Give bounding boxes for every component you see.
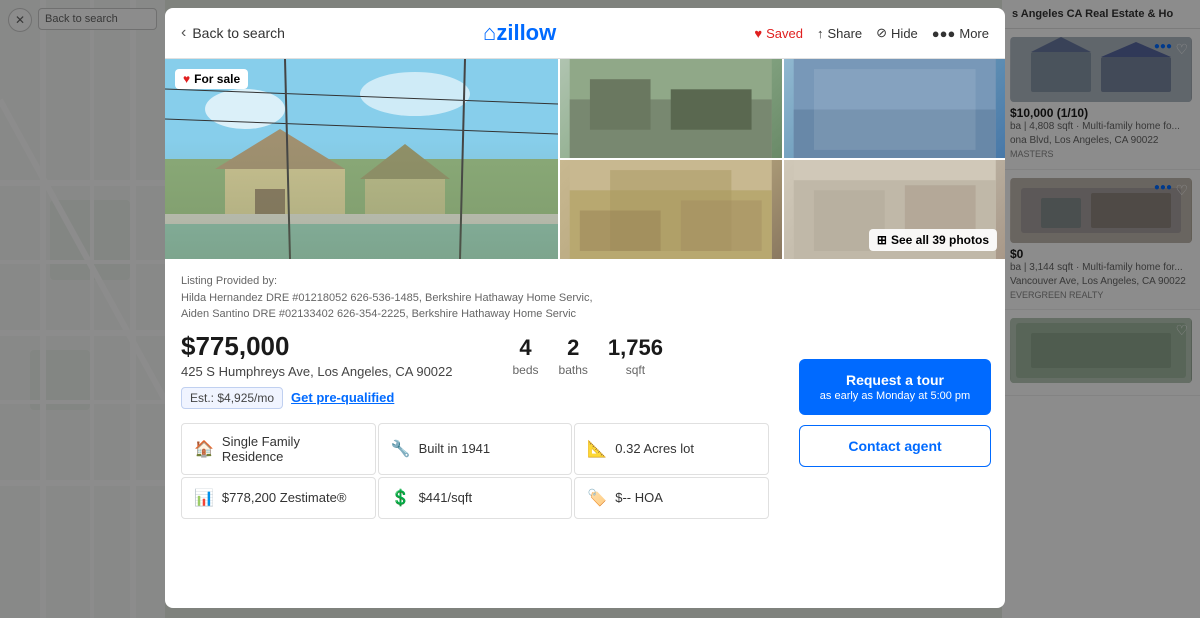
share-label: Share (827, 26, 862, 41)
listing-modal: ‹ Back to search ⌂ zillow ♥ Saved ↑ Shar… (165, 8, 1005, 608)
for-sale-label: For sale (194, 72, 240, 86)
built-year-label: Built in 1941 (419, 441, 491, 456)
sqft-stat: 1,756 sqft (608, 335, 663, 377)
detail-item-0: 🏠 Single Family Residence (181, 423, 376, 475)
action-sidebar: Request a tour as early as Monday at 5:0… (785, 259, 1005, 608)
beds-value: 4 (513, 335, 539, 361)
listing-provided-label: Listing Provided by: (181, 275, 277, 287)
est-monthly-badge: Est.: $4,925/mo (181, 387, 283, 409)
listing-agent-1: Hilda Hernandez DRE #01218052 626-536-14… (181, 292, 593, 304)
zillow-logo-text: zillow (496, 20, 556, 46)
zillow-logo: ⌂ zillow (483, 20, 556, 46)
modal-nav: ‹ Back to search ⌂ zillow ♥ Saved ↑ Shar… (165, 8, 1005, 59)
photo-grid-thumbnails: ⊞ See all 39 photos (558, 59, 1005, 259)
request-tour-button[interactable]: Request a tour as early as Monday at 5:0… (799, 359, 991, 415)
back-label: Back to search (192, 25, 285, 41)
listing-provided-block: Listing Provided by: Hilda Hernandez DRE… (181, 273, 769, 323)
sqft-value: 1,756 (608, 335, 663, 361)
est-row: Est.: $4,925/mo Get pre-qualified (181, 387, 769, 409)
price-sqft-label: $441/sqft (419, 490, 473, 505)
more-button[interactable]: ●●● More (932, 26, 989, 41)
hoa-icon: 🏷️ (587, 488, 607, 508)
main-photo-svg (165, 59, 558, 259)
listing-agent-2: Aiden Santino DRE #02133402 626-354-2225… (181, 308, 576, 320)
listing-address: 425 S Humphreys Ave, Los Angeles, CA 900… (181, 364, 453, 379)
photo-thumb-4[interactable]: ⊞ See all 39 photos (784, 160, 1006, 259)
built-year-icon: 🔧 (391, 439, 411, 459)
contact-agent-button[interactable]: Contact agent (799, 425, 991, 467)
sqft-label: sqft (608, 363, 663, 377)
photo-thumb-1[interactable] (560, 59, 782, 158)
modal-left-content: Listing Provided by: Hilda Hernandez DRE… (165, 259, 785, 608)
detail-item-5: 🏷️ $-- HOA (574, 477, 769, 519)
detail-item-1: 🔧 Built in 1941 (378, 423, 573, 475)
lot-size-label: 0.32 Acres lot (615, 441, 694, 456)
thumb-svg-2 (784, 59, 1006, 158)
saved-button[interactable]: ♥ Saved (754, 26, 803, 41)
grid-icon: ⊞ (877, 233, 887, 247)
lot-size-icon: 📐 (587, 439, 607, 459)
see-all-photos-button[interactable]: ⊞ See all 39 photos (869, 229, 997, 251)
nav-actions: ♥ Saved ↑ Share ⊘ Hide ●●● More (754, 25, 989, 41)
detail-item-3: 📊 $778,200 Zestimate® (181, 477, 376, 519)
main-photo[interactable]: ♥ For sale (165, 59, 558, 259)
more-dots-icon: ●●● (932, 26, 956, 41)
hoa-label: $-- HOA (615, 490, 663, 505)
modal-content: Listing Provided by: Hilda Hernandez DRE… (165, 259, 1005, 608)
more-label: More (959, 26, 989, 41)
hide-button[interactable]: ⊘ Hide (876, 25, 918, 41)
photo-thumb-3[interactable] (560, 160, 782, 259)
thumb-svg-3 (560, 160, 782, 259)
property-stats: 4 beds 2 baths 1,756 sqft (513, 331, 663, 377)
zestimate-icon: 📊 (194, 488, 214, 508)
zestimate-label: $778,200 Zestimate® (222, 490, 346, 505)
baths-value: 2 (559, 335, 588, 361)
photo-thumb-2[interactable] (784, 59, 1006, 158)
heart-icon-badge: ♥ (183, 72, 190, 86)
photo-grid: ♥ For sale (165, 59, 1005, 259)
price-sqft-icon: 💲 (391, 488, 411, 508)
hide-label: Hide (891, 26, 918, 41)
back-to-search-button[interactable]: ‹ Back to search (181, 24, 285, 42)
for-sale-badge: ♥ For sale (175, 69, 248, 89)
heart-filled-icon: ♥ (754, 26, 762, 41)
share-button[interactable]: ↑ Share (817, 26, 862, 41)
home-type-label: Single Family Residence (222, 434, 363, 464)
baths-stat: 2 baths (559, 335, 588, 377)
tour-sublabel: as early as Monday at 5:00 pm (811, 389, 979, 403)
details-grid: 🏠 Single Family Residence 🔧 Built in 194… (181, 423, 769, 519)
detail-item-4: 💲 $441/sqft (378, 477, 573, 519)
share-icon: ↑ (817, 26, 824, 41)
detail-item-2: 📐 0.32 Acres lot (574, 423, 769, 475)
baths-label: baths (559, 363, 588, 377)
chevron-left-icon: ‹ (181, 24, 186, 42)
beds-label: beds (513, 363, 539, 377)
price-block: $775,000 425 S Humphreys Ave, Los Angele… (181, 331, 453, 379)
price-row: $775,000 425 S Humphreys Ave, Los Angele… (181, 331, 769, 379)
prequalify-button[interactable]: Get pre-qualified (291, 390, 394, 405)
zillow-logo-icon: ⌂ (483, 20, 496, 46)
listing-price: $775,000 (181, 331, 453, 362)
saved-label: Saved (766, 26, 803, 41)
beds-stat: 4 beds (513, 335, 539, 377)
main-photo-image (165, 59, 558, 259)
hide-icon: ⊘ (876, 25, 887, 41)
tour-label: Request a tour (811, 371, 979, 389)
see-all-label: See all 39 photos (891, 233, 989, 247)
thumb-svg-1 (560, 59, 782, 158)
home-type-icon: 🏠 (194, 439, 214, 459)
